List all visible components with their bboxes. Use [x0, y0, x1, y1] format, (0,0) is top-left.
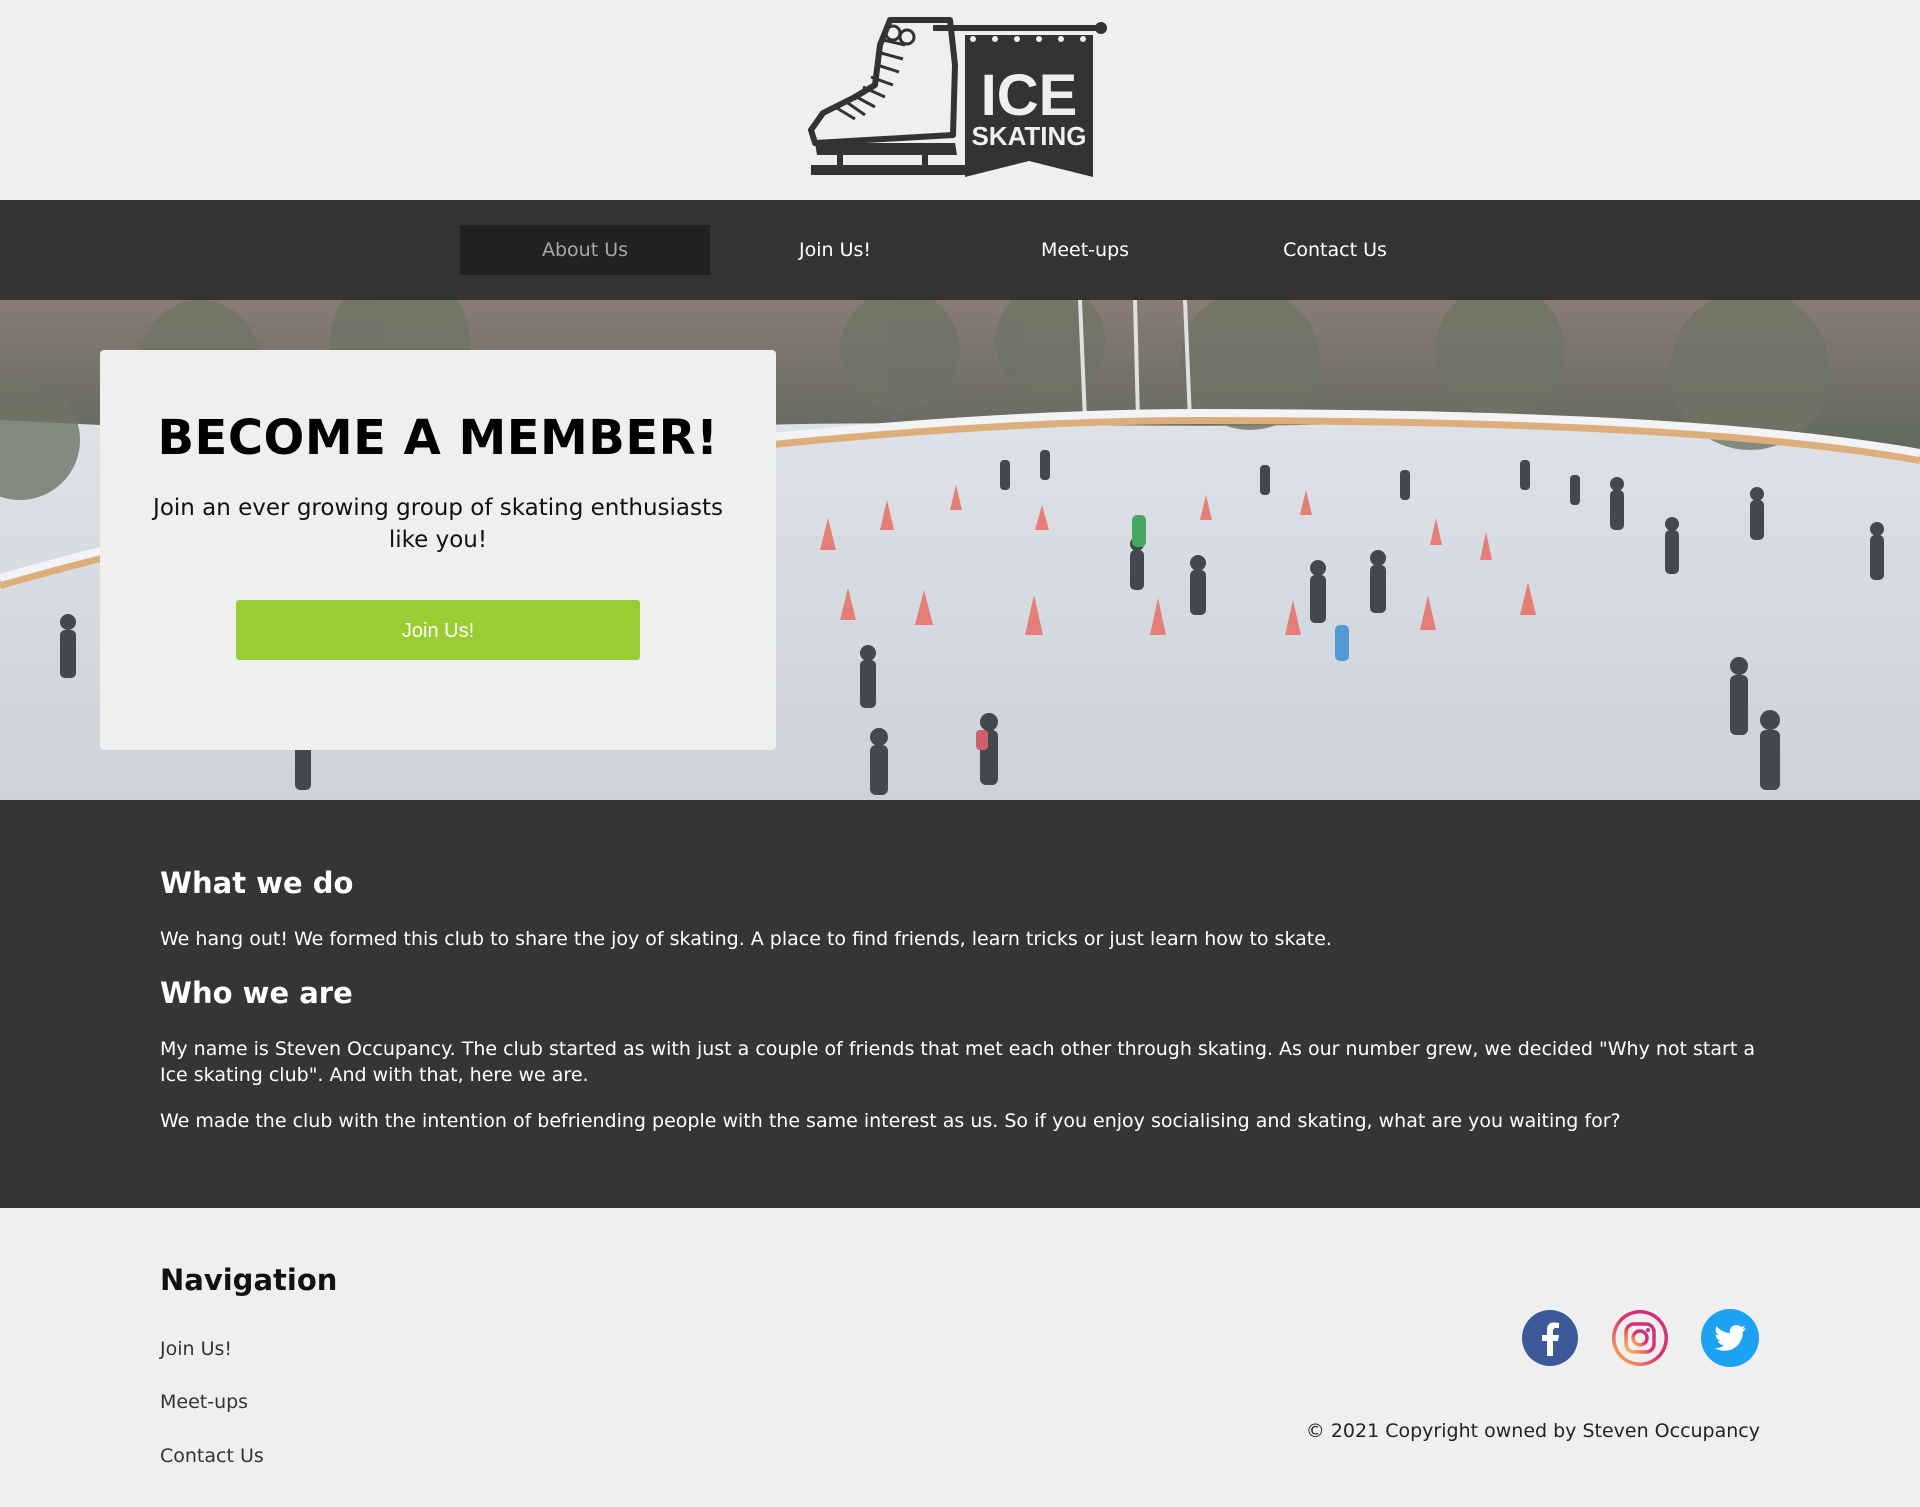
what-we-do-heading: What we do — [160, 866, 354, 900]
who-we-are-heading: Who we are — [160, 976, 353, 1010]
what-we-do-text: We hang out! We formed this club to shar… — [160, 928, 1332, 950]
hero-title: BECOME A MEMBER! — [157, 410, 719, 466]
mission-text: We made the club with the intention of b… — [160, 1110, 1621, 1132]
footer-nav-heading: Navigation — [160, 1263, 338, 1297]
join-us-button[interactable]: Join Us! — [236, 600, 640, 660]
footer-link-contact-us[interactable]: Contact Us — [160, 1445, 264, 1467]
membership-card: BECOME A MEMBER! Join an ever growing gr… — [100, 350, 776, 750]
nav-join-us[interactable]: Join Us! — [710, 225, 960, 275]
hero-banner: BECOME A MEMBER! Join an ever growing gr… — [0, 300, 1920, 800]
main-nav: About Us Join Us! Meet-ups Contact Us — [0, 200, 1920, 300]
nav-about-us[interactable]: About Us — [460, 225, 710, 275]
logo-text-ice: ICE — [981, 63, 1078, 128]
logo-text-skating: SKATING — [971, 121, 1086, 151]
facebook-icon[interactable] — [1520, 1308, 1580, 1368]
twitter-icon[interactable] — [1700, 1308, 1760, 1368]
site-header: ICE SKATING — [0, 0, 1920, 200]
hero-text: Join an ever growing group of skating en… — [153, 495, 723, 553]
footer-link-meet-ups[interactable]: Meet-ups — [160, 1391, 248, 1413]
who-we-are-text: My name is Steven Occupancy. The club st… — [160, 1038, 1755, 1086]
ice-skating-logo[interactable]: ICE SKATING — [805, 15, 1115, 185]
footer-link-join-us[interactable]: Join Us! — [160, 1338, 232, 1360]
nav-contact-us[interactable]: Contact Us — [1210, 225, 1460, 275]
copyright-text: © 2021 Copyright owned by Steven Occupan… — [1305, 1420, 1760, 1442]
about-section: What we do We hang out! We formed this c… — [0, 800, 1920, 1208]
nav-meet-ups[interactable]: Meet-ups — [960, 225, 1210, 275]
instagram-icon[interactable] — [1610, 1308, 1670, 1368]
site-footer: Navigation Join Us! Meet-ups Contact Us … — [0, 1208, 1920, 1507]
